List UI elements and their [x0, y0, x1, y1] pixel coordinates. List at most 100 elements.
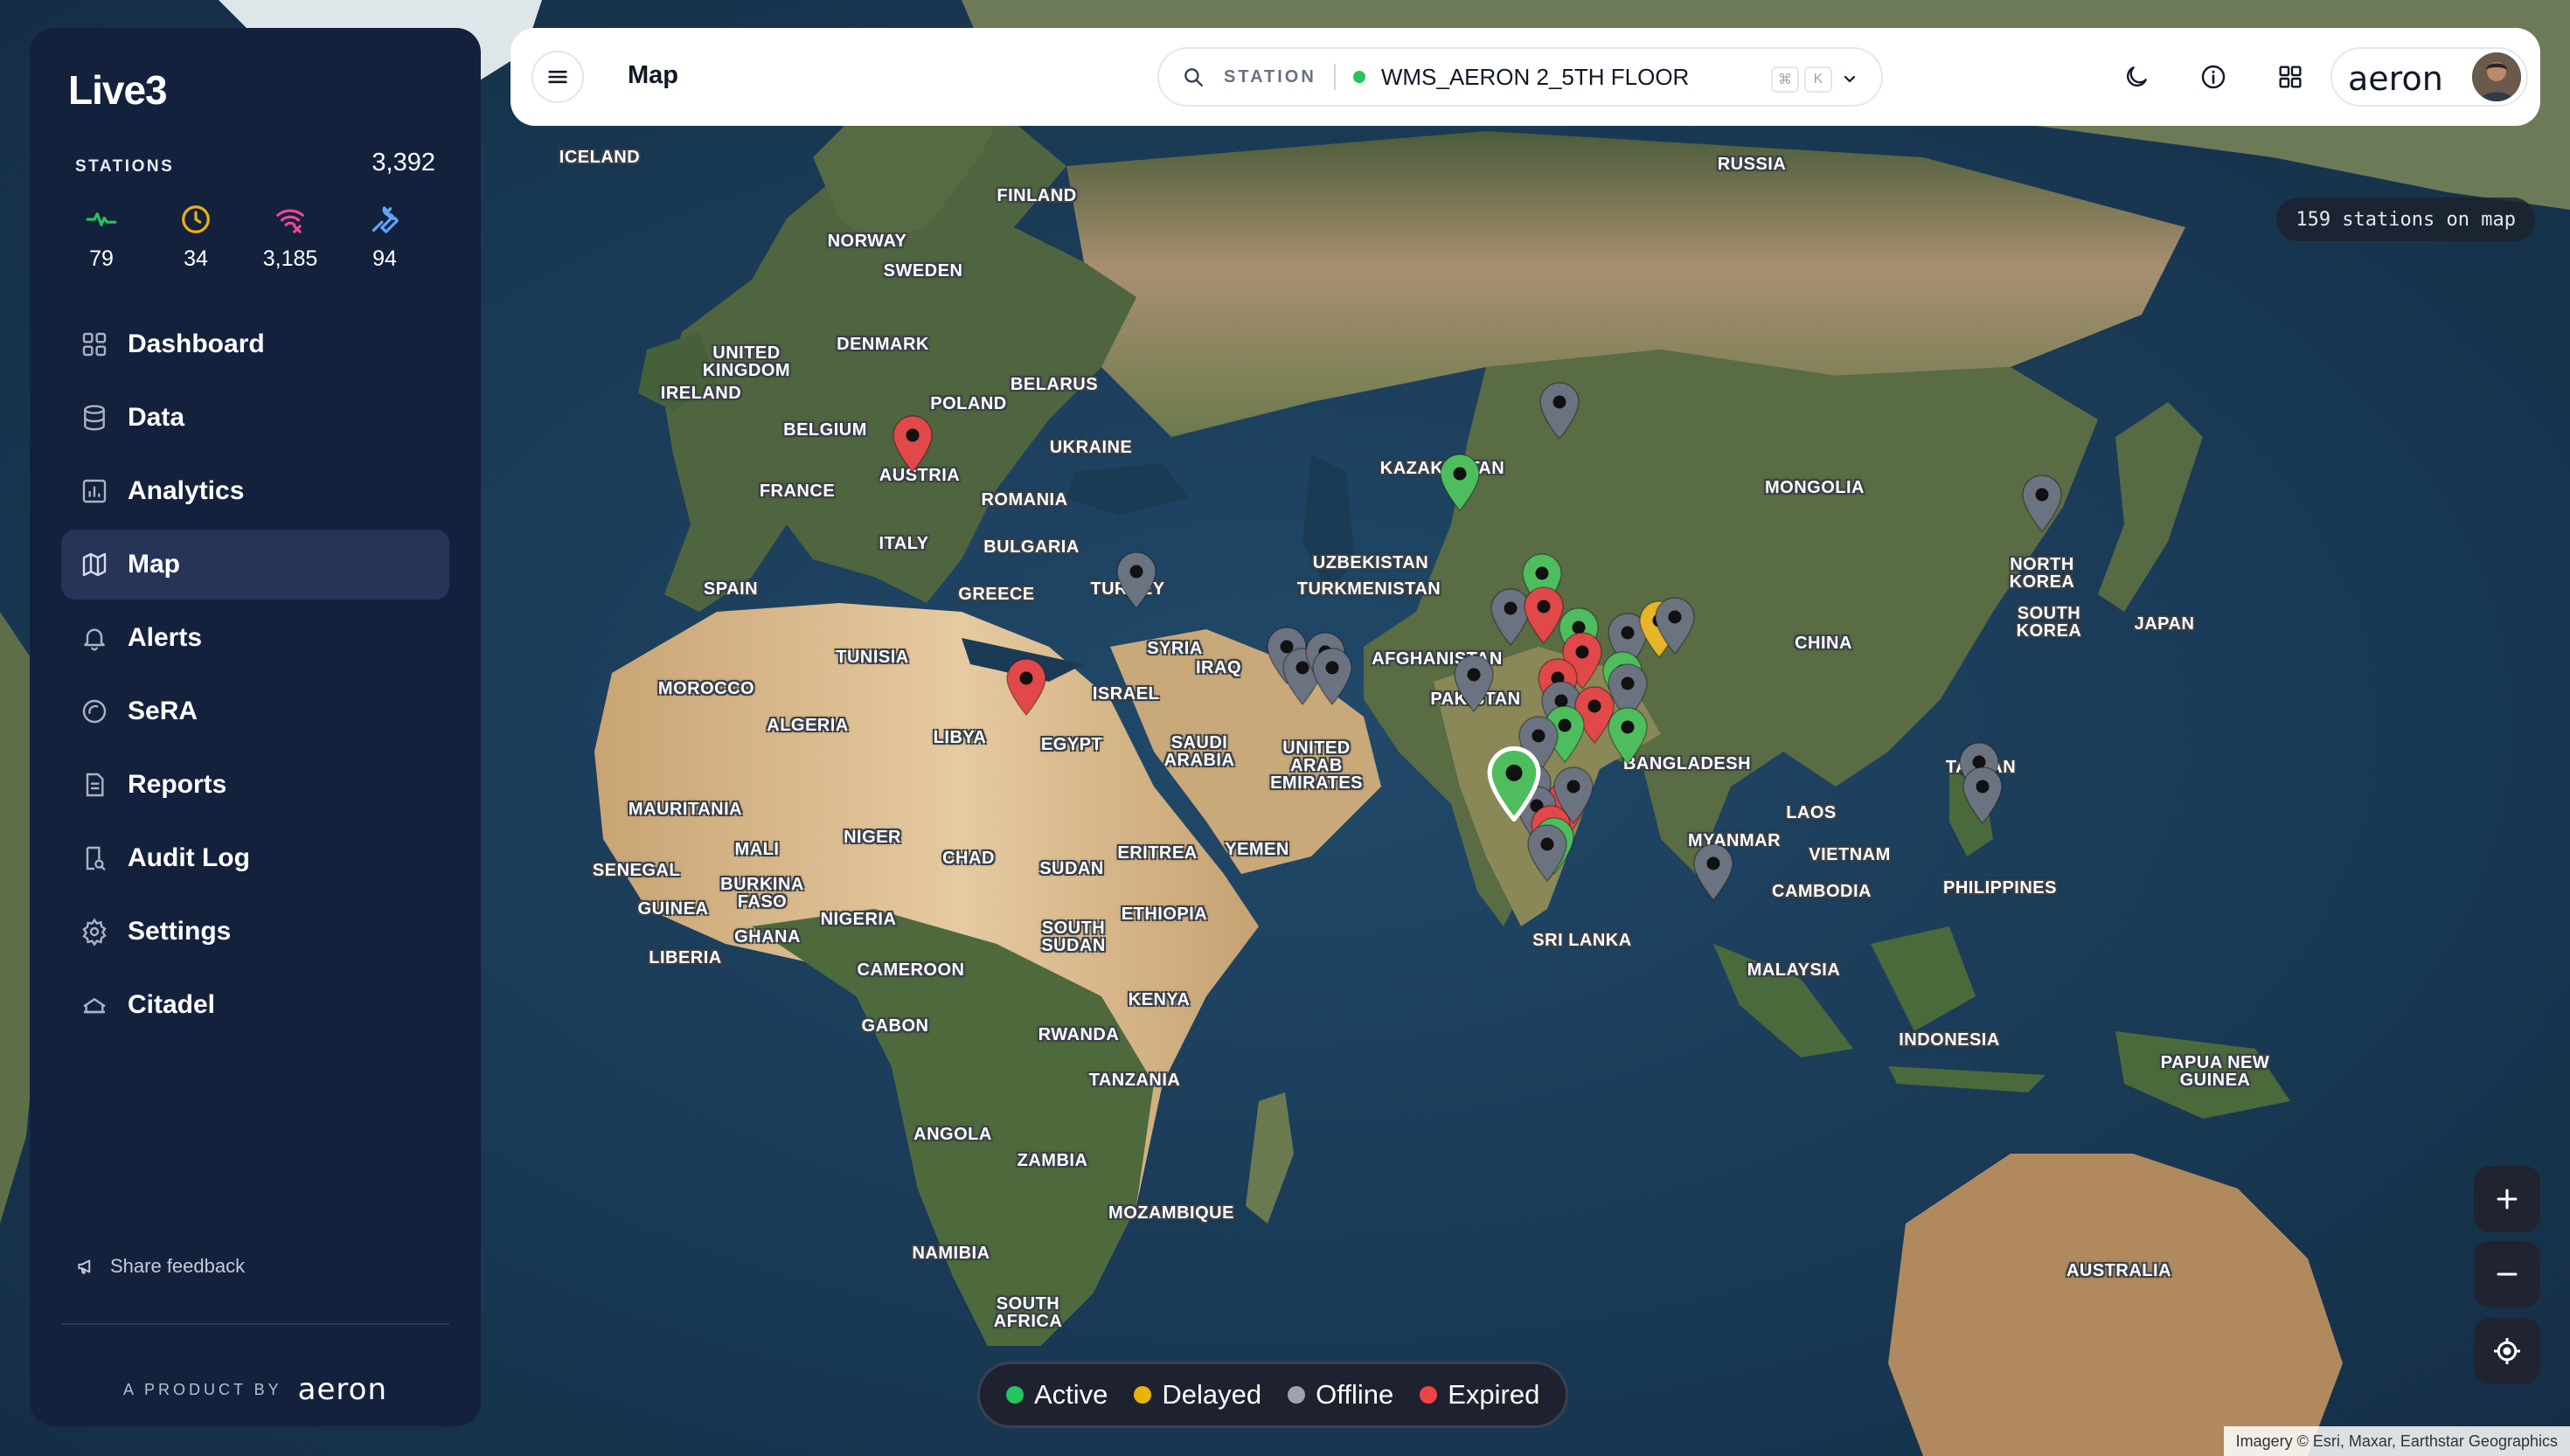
legend-expired[interactable]: Expired	[1420, 1379, 1539, 1411]
crosshair-icon	[2494, 1338, 2520, 1364]
sidebar-item-analytics[interactable]: Analytics	[61, 456, 449, 526]
country-label: ETHIOPIA	[1121, 905, 1208, 924]
sidebar: Live3 STATIONS 3,392 79 34 3,185 94 Dash…	[30, 28, 481, 1426]
selected-station-marker[interactable]	[1485, 746, 1543, 823]
sidebar-item-citadel[interactable]: Citadel	[61, 970, 449, 1040]
station-marker-offline[interactable]	[1114, 551, 1159, 610]
sidebar-item-dashboard[interactable]: Dashboard	[61, 309, 449, 379]
country-label: ALGERIA	[767, 716, 849, 735]
country-label: ROMANIA	[981, 490, 1068, 510]
legend-offline[interactable]: Offline	[1288, 1379, 1393, 1411]
country-label: SENEGAL	[592, 861, 681, 880]
map-pin-icon	[1006, 658, 1046, 717]
citadel-icon	[83, 997, 106, 1014]
country-label: UZBEKISTAN	[1312, 553, 1429, 572]
sidebar-item-label: Settings	[128, 917, 232, 946]
sidebar-item-data[interactable]: Data	[61, 383, 449, 453]
station-marker-offline[interactable]	[1691, 842, 1736, 902]
station-marker-active[interactable]	[1437, 453, 1483, 512]
station-marker-expired[interactable]	[1004, 657, 1049, 717]
sidebar-item-settings[interactable]: Settings	[61, 897, 449, 967]
country-label: SWEDEN	[883, 261, 963, 281]
country-label: SOUTH KOREA	[2016, 604, 2082, 641]
station-marker-offline[interactable]	[1652, 596, 1698, 655]
country-label: PHILIPPINES	[1943, 878, 2057, 898]
station-marker-offline[interactable]	[1960, 766, 2005, 825]
legend-label: Delayed	[1162, 1379, 1262, 1410]
country-label: SYRIA	[1147, 639, 1203, 658]
shortcut-k-key: K	[1804, 66, 1832, 93]
station-separator	[1333, 64, 1336, 90]
country-label: MONGOLIA	[1765, 478, 1865, 497]
country-label: AUSTRALIA	[2066, 1261, 2172, 1280]
apps-button[interactable]	[2271, 58, 2310, 96]
sidebar-divider	[61, 1323, 449, 1325]
stat-delayed[interactable]: 34	[154, 203, 238, 272]
station-selector[interactable]: STATION WMS_AERON 2_5TH FLOOR ⌘ K	[1157, 47, 1883, 107]
station-marker-offline[interactable]	[1525, 823, 1570, 883]
plus-icon	[2497, 1189, 2518, 1210]
app-logo[interactable]: Live3	[68, 66, 168, 114]
country-label: ERITREA	[1117, 843, 1198, 863]
legend-swatch	[1420, 1386, 1438, 1404]
legend-swatch	[1134, 1386, 1152, 1404]
station-marker-offline[interactable]	[1537, 381, 1582, 440]
country-label: MOROCCO	[657, 679, 755, 698]
sidebar-item-label: Alerts	[128, 623, 203, 652]
share-feedback-link[interactable]: Share feedback	[75, 1255, 245, 1278]
stat-active[interactable]: 79	[59, 203, 143, 272]
locate-button[interactable]	[2474, 1318, 2540, 1384]
sidebar-item-label: SeRA	[128, 697, 198, 725]
map-icon	[82, 552, 107, 577]
station-marker-active[interactable]	[1605, 706, 1650, 766]
stat-offline[interactable]: 3,185	[248, 203, 332, 272]
sidebar-item-reports[interactable]: Reports	[61, 750, 449, 820]
apps-grid-icon	[2279, 66, 2302, 88]
sidebar-item-map[interactable]: Map	[61, 530, 449, 600]
legend-swatch	[1006, 1386, 1024, 1404]
stat-maintenance-value: 94	[372, 246, 397, 271]
country-label: JAPAN	[2134, 614, 2195, 634]
analytics-icon	[82, 479, 107, 503]
sidebar-item-sera[interactable]: SeRA	[61, 676, 449, 746]
info-icon	[2201, 65, 2226, 89]
country-label: SOUTH SUDAN	[1041, 919, 1106, 955]
search-icon	[1184, 68, 1203, 87]
country-label: GABON	[861, 1016, 929, 1036]
sidebar-item-audit-log[interactable]: Audit Log	[61, 823, 449, 893]
stat-maintenance[interactable]: 94	[343, 203, 427, 272]
hamburger-icon	[548, 70, 567, 84]
page-title: Map	[628, 61, 678, 89]
stat-active-value: 79	[89, 246, 114, 271]
map-pin-icon	[1454, 655, 1494, 713]
country-label: BULGARIA	[983, 537, 1080, 557]
station-marker-offline[interactable]	[1309, 647, 1355, 706]
station-name: WMS_AERON 2_5TH FLOOR	[1380, 63, 1690, 90]
theme-toggle-button[interactable]	[2117, 58, 2156, 96]
country-label: ZAMBIA	[1017, 1151, 1088, 1170]
sidebar-item-label: Data	[128, 403, 185, 432]
station-marker-offline[interactable]	[2019, 474, 2065, 533]
sidebar-item-label: Audit Log	[128, 843, 250, 872]
zoom-out-button[interactable]	[2474, 1241, 2540, 1307]
zoom-in-button[interactable]	[2474, 1166, 2540, 1232]
report-icon	[86, 773, 104, 797]
country-label: VIETNAM	[1809, 845, 1891, 864]
country-label: BELGIUM	[783, 420, 867, 440]
station-marker-expired[interactable]	[890, 414, 935, 474]
country-label: GHANA	[734, 927, 801, 946]
country-label: DENMARK	[837, 335, 929, 354]
top-bar: Map STATION WMS_AERON 2_5TH FLOOR ⌘ K ae…	[511, 28, 2540, 126]
info-button[interactable]	[2194, 58, 2233, 96]
sidebar-item-alerts[interactable]: Alerts	[61, 603, 449, 673]
database-icon	[84, 405, 105, 431]
country-label: FINLAND	[997, 186, 1077, 205]
country-label: UNITED ARAB EMIRATES	[1270, 738, 1363, 793]
user-menu[interactable]: aeron	[2330, 47, 2528, 107]
legend-delayed[interactable]: Delayed	[1134, 1379, 1261, 1411]
avatar[interactable]	[2472, 52, 2521, 101]
legend-active[interactable]: Active	[1006, 1379, 1108, 1411]
country-label: SRI LANKA	[1532, 931, 1632, 950]
station-marker-offline[interactable]	[1451, 654, 1497, 713]
menu-button[interactable]	[531, 51, 584, 103]
